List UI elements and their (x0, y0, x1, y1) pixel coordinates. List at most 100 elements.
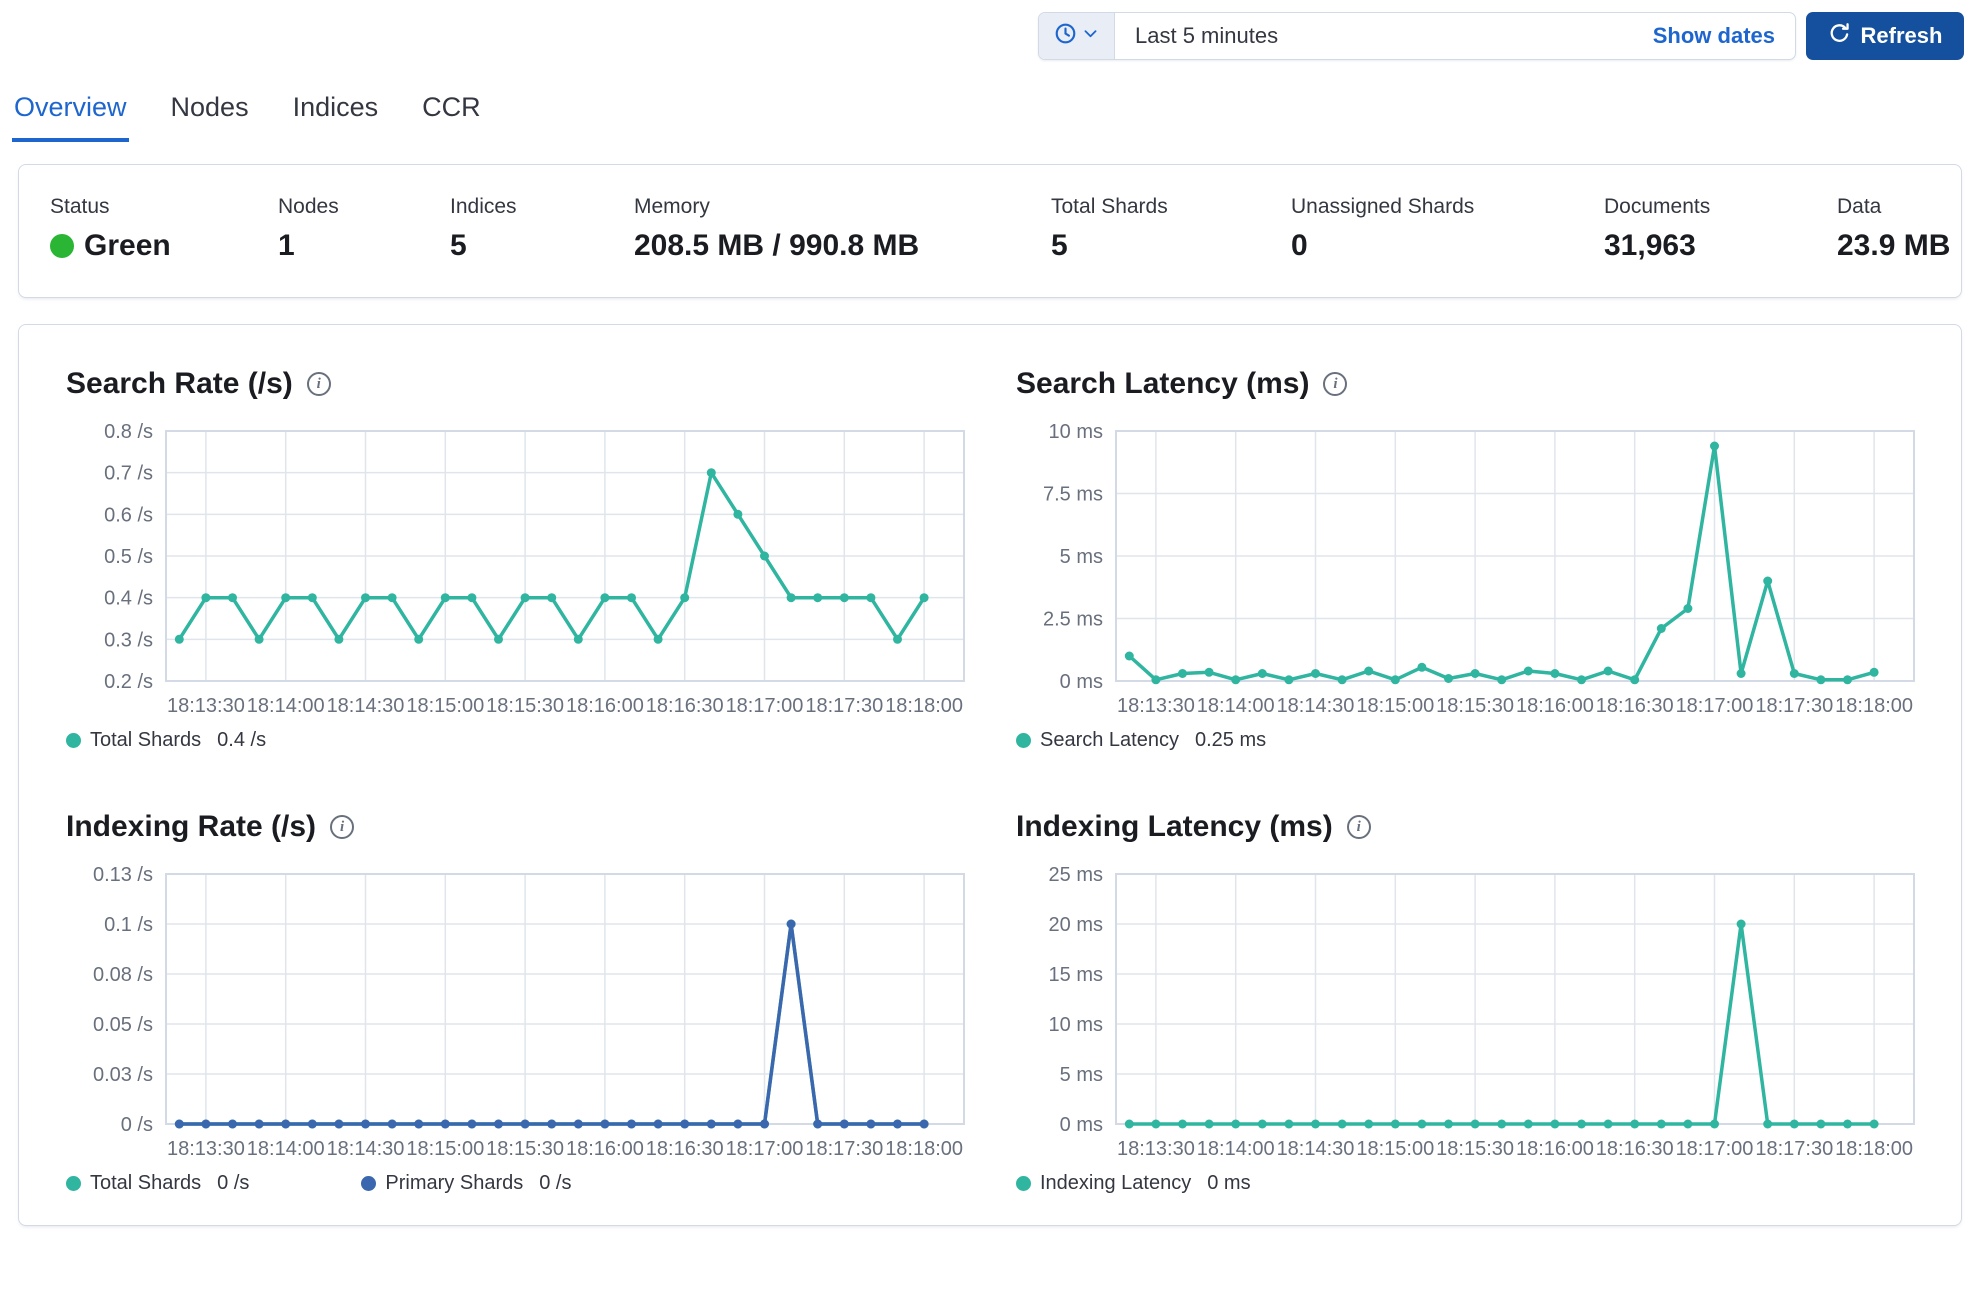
chart-canvas[interactable]: 0.13 /s 0.1 /s 0.08 /s 0.05 /s 0.03 /s 0 /s 18… (66, 866, 976, 1162)
summary-item: Memory 208.5 MB / 990.8 MB (634, 195, 1051, 263)
svg-text:18:17:00: 18:17:00 (1676, 1138, 1754, 1160)
clock-icon (1054, 22, 1077, 50)
svg-text:18:15:30: 18:15:30 (486, 695, 564, 717)
summary-label: Data (1837, 195, 1882, 218)
svg-text:0.6 /s: 0.6 /s (104, 504, 153, 526)
legend-series-name: Indexing Latency (1040, 1172, 1192, 1194)
svg-text:0 ms: 0 ms (1060, 1114, 1103, 1136)
legend-item: Total Shards 0 /s (66, 1172, 249, 1195)
info-icon[interactable]: i (1323, 372, 1348, 396)
legend-dot (1016, 1176, 1031, 1191)
svg-text:18:14:00: 18:14:00 (247, 695, 325, 717)
chart-legend: Search Latency 0.25 ms (1016, 729, 1926, 752)
search-latency-chart: Search Latency (ms) i 10 ms 7.5 ms 5 ms 2.5… (1016, 367, 1926, 752)
svg-text:18:18:00: 18:18:00 (885, 1138, 963, 1160)
svg-text:18:16:00: 18:16:00 (1516, 695, 1594, 717)
tab-overview[interactable]: Overview (12, 92, 129, 142)
cluster-summary-bar: Status Green Nodes 1 Indices 5 Memory 208.5 MB … (18, 164, 1962, 298)
svg-text:5 ms: 5 ms (1060, 1064, 1103, 1086)
svg-text:0 ms: 0 ms (1060, 671, 1103, 693)
legend-series-name: Total Shards (90, 1172, 202, 1194)
time-range-value[interactable]: Last 5 minutes (1115, 13, 1653, 59)
show-dates-link[interactable]: Show dates (1653, 13, 1795, 59)
svg-text:2.5 ms: 2.5 ms (1043, 609, 1103, 631)
time-picker: Last 5 minutes Show dates (1038, 12, 1796, 60)
svg-text:18:15:30: 18:15:30 (1436, 1138, 1514, 1160)
svg-text:0.4 /s: 0.4 /s (104, 588, 153, 610)
info-icon[interactable]: i (330, 815, 355, 839)
legend-series-value: 0.4 /s (217, 729, 267, 751)
svg-text:18:16:00: 18:16:00 (566, 695, 644, 717)
chart-title: Search Latency (ms) (1016, 367, 1310, 400)
summary-item: Data 23.9 MB (1837, 195, 1950, 263)
legend-item: Search Latency 0.25 ms (1016, 729, 1266, 752)
chart-canvas[interactable]: 25 ms20 ms15 ms10 ms5 ms0 ms18:13:30 18:1… (1016, 866, 1926, 1162)
legend-dot (66, 1176, 81, 1191)
summary-item: Total Shards 5 (1051, 195, 1291, 263)
tab-indices[interactable]: Indices (291, 92, 381, 142)
svg-text:0.3 /s: 0.3 /s (104, 629, 153, 651)
svg-text:18:15:00: 18:15:00 (406, 695, 484, 717)
legend-series-name: Primary Shards (385, 1172, 524, 1194)
svg-text:18:14:30: 18:14:30 (1277, 695, 1355, 717)
legend-dot (66, 733, 81, 748)
chevron-down-icon (1082, 25, 1099, 47)
svg-text:25 ms: 25 ms (1049, 866, 1103, 886)
legend-series-name: Total Shards (90, 729, 202, 751)
svg-text:18:17:00: 18:17:00 (726, 1138, 804, 1160)
legend-item: Primary Shards 0 /s (361, 1172, 571, 1195)
summary-label: Indices (450, 195, 517, 218)
svg-text:18:17:00: 18:17:00 (726, 695, 804, 717)
svg-text:0.08 /s: 0.08 /s (93, 964, 153, 986)
summary-label: Memory (634, 195, 710, 218)
summary-label: Unassigned Shards (1291, 195, 1475, 218)
refresh-button[interactable]: Refresh (1806, 12, 1964, 60)
info-icon[interactable]: i (306, 372, 331, 396)
summary-value: 31,963 (1604, 229, 1696, 262)
tab-ccr[interactable]: CCR (420, 92, 483, 142)
svg-text:18:16:00: 18:16:00 (566, 1138, 644, 1160)
refresh-icon (1828, 22, 1851, 51)
legend-series-value: 0.25 ms (1194, 729, 1267, 751)
svg-text:18:17:00: 18:17:00 (1676, 695, 1754, 717)
svg-text:18:16:30: 18:16:30 (1596, 1138, 1674, 1160)
svg-text:18:16:30: 18:16:30 (646, 1138, 724, 1160)
top-bar: Last 5 minutes Show dates Refresh (16, 12, 1964, 60)
svg-text:18:18:00: 18:18:00 (1835, 695, 1913, 717)
svg-text:18:18:00: 18:18:00 (1835, 1138, 1913, 1160)
summary-item: Indices 5 (450, 195, 634, 263)
legend-series-value: 0 /s (539, 1172, 572, 1194)
summary-label: Documents (1604, 195, 1711, 218)
time-picker-quick-menu-button[interactable] (1039, 13, 1115, 59)
summary-value: 23.9 MB (1837, 229, 1951, 262)
legend-item: Indexing Latency 0 ms (1016, 1172, 1251, 1195)
svg-text:18:13:30: 18:13:30 (1117, 1138, 1195, 1160)
legend-series-value: 0 ms (1207, 1172, 1251, 1194)
svg-text:0.7 /s: 0.7 /s (104, 463, 153, 485)
summary-item: Nodes 1 (278, 195, 450, 263)
legend-dot (361, 1176, 377, 1191)
chart-canvas[interactable]: 10 ms 7.5 ms 5 ms 2.5 ms 0 ms 18:13:30 18:14:0… (1016, 423, 1926, 719)
summary-value: 1 (278, 229, 295, 262)
svg-text:18:13:30: 18:13:30 (1117, 695, 1195, 717)
svg-text:18:15:30: 18:15:30 (486, 1138, 564, 1160)
chart-canvas[interactable]: 0.8 /s 0.7 /s 0.6 /s 0.5 /s 0.4 /s 0.3 /s 0.2 … (66, 423, 976, 719)
svg-text:18:15:00: 18:15:00 (1356, 1138, 1434, 1160)
svg-text:0 /s: 0 /s (121, 1114, 153, 1136)
svg-text:18:17:30: 18:17:30 (805, 695, 883, 717)
svg-text:18:15:00: 18:15:00 (1356, 695, 1434, 717)
info-icon[interactable]: i (1346, 815, 1371, 839)
svg-text:0.1 /s: 0.1 /s (104, 914, 153, 936)
chart-title: Indexing Rate (/s) (66, 810, 317, 843)
legend-series-value: 0 /s (217, 1172, 250, 1194)
svg-text:18:15:30: 18:15:30 (1436, 695, 1514, 717)
svg-text:20 ms: 20 ms (1049, 914, 1103, 936)
svg-text:18:17:30: 18:17:30 (805, 1138, 883, 1160)
svg-text:18:16:30: 18:16:30 (646, 695, 724, 717)
indexing-latency-chart: Indexing Latency (ms) i 25 ms 20 ms 15 ms 1… (1016, 810, 1926, 1195)
tab-nodes[interactable]: Nodes (169, 92, 251, 142)
svg-text:18:13:30: 18:13:30 (167, 695, 245, 717)
summary-value: 5 (450, 229, 467, 262)
svg-text:0.2 /s: 0.2 /s (104, 671, 153, 693)
summary-item: Unassigned Shards 0 (1291, 195, 1604, 263)
